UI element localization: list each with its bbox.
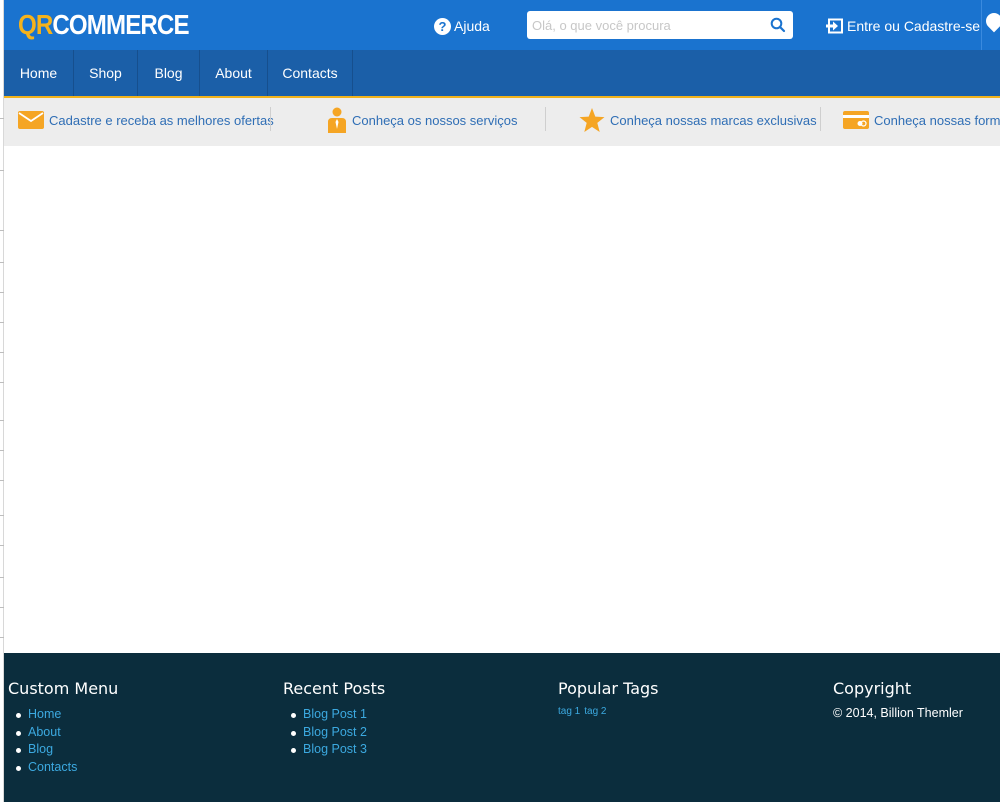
copyright-text: © 2014, Billion Themler	[833, 706, 963, 720]
benefit-label: Cadastre e receba as melhores ofertas	[49, 112, 274, 128]
envelope-icon	[18, 111, 44, 129]
list-item: About	[8, 724, 118, 742]
benefit-brands[interactable]: Conheça nossas marcas exclusivas	[579, 98, 817, 142]
recent-post-link[interactable]: Blog Post 3	[303, 742, 367, 756]
help-link[interactable]: ? Ajuda	[434, 16, 490, 36]
footer-link-home[interactable]: Home	[28, 707, 61, 721]
benefits-bar: Cadastre e receba as melhores ofertas Co…	[4, 98, 1000, 146]
recent-post-link[interactable]: Blog Post 2	[303, 725, 367, 739]
login-label: Entre ou Cadastre-se	[847, 18, 981, 34]
person-icon	[328, 107, 346, 133]
footer-heading: Custom Menu	[8, 679, 119, 698]
top-header: QRCOMMERCE ? Ajuda Entre ou Cadastre-se	[4, 0, 1000, 50]
footer-heading: Copyright	[833, 679, 912, 698]
benefit-label: Conheça nossas formas	[874, 112, 1000, 128]
sign-in-icon	[826, 18, 843, 34]
benefit-newsletter[interactable]: Cadastre e receba as melhores ofertas	[18, 98, 274, 142]
nav-item-about[interactable]: About	[200, 50, 268, 96]
divider	[820, 107, 821, 131]
footer-link-about[interactable]: About	[28, 725, 61, 739]
list-item: Blog	[8, 741, 118, 759]
search-icon[interactable]	[769, 16, 787, 34]
nav-item-home[interactable]: Home	[4, 50, 74, 96]
footer-popular-tags: Popular Tags tag 1 tag 2	[558, 679, 659, 717]
question-icon: ?	[434, 17, 451, 35]
heart-icon	[982, 9, 1000, 33]
nav-item-blog[interactable]: Blog	[138, 50, 200, 96]
footer-recent-posts: Recent Posts Blog Post 1 Blog Post 2 Blo…	[283, 679, 385, 759]
tag-cloud: tag 1 tag 2	[558, 706, 659, 717]
list-item: Contacts	[8, 759, 118, 777]
login-link[interactable]: Entre ou Cadastre-se	[826, 16, 980, 36]
divider	[545, 107, 546, 131]
recent-post-link[interactable]: Blog Post 1	[303, 707, 367, 721]
credit-card-icon	[843, 111, 869, 129]
benefit-label: Conheça nossas marcas exclusivas	[610, 112, 817, 128]
list-item: Blog Post 1	[283, 706, 385, 724]
tag-link[interactable]: tag 1	[558, 706, 580, 717]
nav-item-shop[interactable]: Shop	[74, 50, 138, 96]
benefit-payment[interactable]: Conheça nossas formas	[843, 98, 1000, 142]
benefit-services[interactable]: Conheça os nossos serviços	[327, 98, 517, 142]
nav-item-contacts[interactable]: Contacts	[268, 50, 353, 96]
star-icon	[579, 107, 605, 132]
site-logo[interactable]: QRCOMMERCE	[18, 9, 190, 41]
divider	[270, 107, 271, 131]
help-label: Ajuda	[454, 18, 490, 34]
footer-custom-menu: Custom Menu Home About Blog Contacts	[8, 679, 118, 776]
list-item: Blog Post 2	[283, 724, 385, 742]
tag-link[interactable]: tag 2	[584, 706, 606, 717]
list-item: Blog Post 3	[283, 741, 385, 759]
footer-link-contacts[interactable]: Contacts	[28, 760, 77, 774]
site-footer: Custom Menu Home About Blog Contacts Rec…	[4, 653, 1000, 802]
logo-qr: QR	[18, 9, 53, 40]
list-item: Home	[8, 706, 118, 724]
footer-heading: Recent Posts	[283, 679, 386, 698]
main-nav: Home Shop Blog About Contacts	[4, 50, 1000, 98]
footer-link-blog[interactable]: Blog	[28, 742, 53, 756]
main-content	[4, 146, 1000, 653]
benefit-label: Conheça os nossos serviços	[352, 112, 518, 128]
footer-copyright: Copyright © 2014, Billion Themler	[833, 679, 963, 720]
search-input[interactable]	[527, 11, 762, 39]
search-box	[527, 11, 793, 39]
logo-commerce: COMMERCE	[52, 9, 189, 40]
footer-heading: Popular Tags	[558, 679, 659, 698]
wishlist-button[interactable]	[981, 0, 1000, 50]
